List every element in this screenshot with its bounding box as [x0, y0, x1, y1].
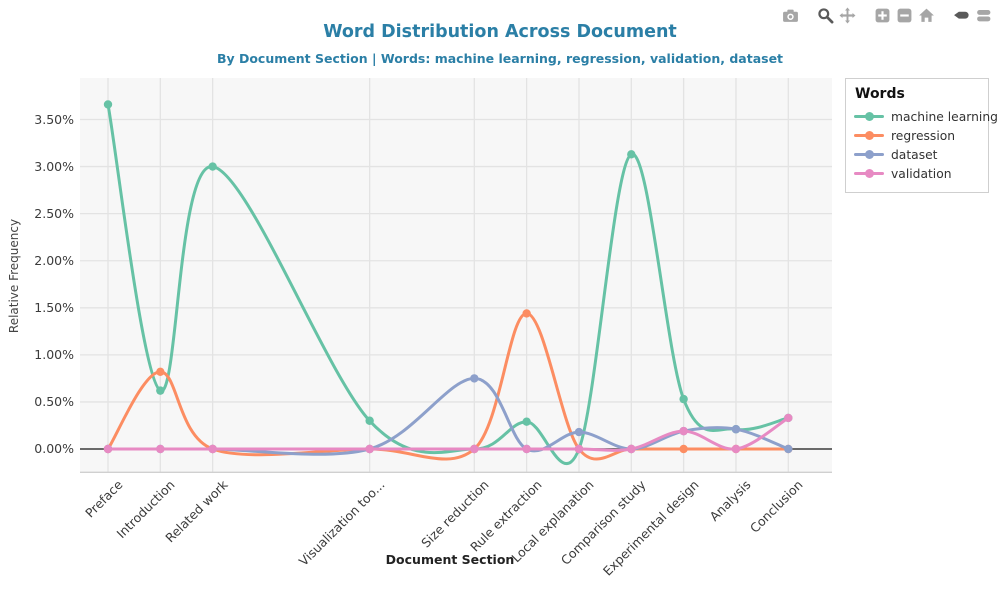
y-tick-label: 3.50%	[2, 112, 74, 127]
line-chart[interactable]	[80, 78, 832, 473]
legend-line-marker	[854, 169, 884, 178]
legend-item-regression[interactable]: regression	[854, 126, 980, 145]
y-tick-label: 2.00%	[2, 253, 74, 268]
data-point-validation[interactable]	[575, 445, 583, 453]
legend-item-machine-learning[interactable]: machine learning	[854, 107, 980, 126]
data-point-validation[interactable]	[784, 414, 792, 422]
data-point-validation[interactable]	[470, 445, 478, 453]
data-point-validation[interactable]	[627, 445, 635, 453]
data-point-regression[interactable]	[679, 445, 687, 453]
data-point-regression[interactable]	[156, 368, 164, 376]
data-point-validation[interactable]	[156, 445, 164, 453]
y-tick-label: 1.50%	[2, 300, 74, 315]
data-point-validation[interactable]	[208, 445, 216, 453]
data-point-dataset[interactable]	[784, 445, 792, 453]
legend-line-marker	[854, 131, 884, 140]
legend-label: regression	[891, 129, 955, 143]
y-tick-label: 0.50%	[2, 394, 74, 409]
legend-label: validation	[891, 167, 952, 181]
y-axis-title: Relative Frequency	[7, 219, 21, 333]
legend-title: Words	[855, 86, 980, 102]
plot-area[interactable]	[80, 78, 832, 473]
series-line-regression	[108, 313, 788, 459]
data-point-validation[interactable]	[679, 427, 687, 435]
data-point-dataset[interactable]	[470, 374, 478, 382]
x-tick-label: Conclusion	[747, 477, 806, 536]
x-tick-label: Preface	[82, 477, 125, 520]
data-point-dataset[interactable]	[575, 428, 583, 436]
data-point-regression[interactable]	[522, 309, 530, 317]
y-tick-label: 3.00%	[2, 159, 74, 174]
series-line-dataset	[108, 378, 788, 454]
data-point-machine-learning[interactable]	[522, 417, 530, 425]
y-tick-label: 0.00%	[2, 441, 74, 456]
legend-item-validation[interactable]: validation	[854, 164, 980, 183]
data-point-dataset[interactable]	[732, 425, 740, 433]
x-axis-title: Document Section	[0, 552, 900, 567]
x-tick-label: Analysis	[707, 477, 754, 524]
data-point-machine-learning[interactable]	[208, 162, 216, 170]
legend: Words machine learning regression dataset v…	[845, 78, 989, 193]
data-point-machine-learning[interactable]	[679, 395, 687, 403]
legend-label: dataset	[891, 148, 938, 162]
data-point-machine-learning[interactable]	[627, 150, 635, 158]
series-line-machine-learning	[108, 104, 788, 463]
chart-title: Word Distribution Across Document	[323, 22, 677, 42]
data-point-validation[interactable]	[104, 445, 112, 453]
data-point-validation[interactable]	[732, 445, 740, 453]
chart-subtitle: By Document Section | Words: machine lea…	[0, 51, 1000, 66]
y-tick-label: 2.50%	[2, 206, 74, 221]
legend-item-dataset[interactable]: dataset	[854, 145, 980, 164]
legend-line-marker	[854, 112, 884, 121]
data-point-validation[interactable]	[522, 445, 530, 453]
legend-label: machine learning	[891, 110, 998, 124]
data-point-machine-learning[interactable]	[365, 417, 373, 425]
data-point-machine-learning[interactable]	[104, 100, 112, 108]
data-point-machine-learning[interactable]	[156, 386, 164, 394]
data-point-validation[interactable]	[365, 445, 373, 453]
legend-line-marker	[854, 150, 884, 159]
y-tick-label: 1.00%	[2, 347, 74, 362]
